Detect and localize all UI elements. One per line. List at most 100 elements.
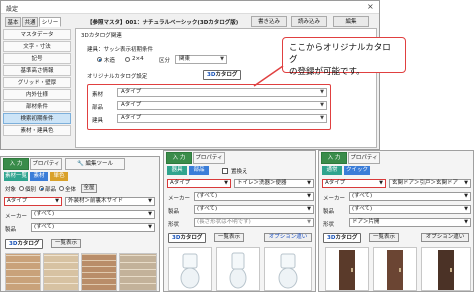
material-type-value: Aタイプ	[7, 198, 28, 204]
sidebar-item-search-initial[interactable]: 検索初期条件	[3, 113, 71, 124]
row-fitting-label: 建具	[92, 118, 104, 124]
fitting-category-value: 玄関ドア＞引戸＞玄関ドア	[392, 180, 459, 186]
material-thumbnail[interactable]	[5, 253, 41, 291]
parts-thumbnail[interactable]	[216, 247, 260, 291]
edit-button[interactable]: 編集	[333, 16, 369, 27]
row-parts-select[interactable]: Aタイプ ▼	[117, 101, 327, 110]
parts-thumbnail[interactable]	[168, 247, 212, 291]
list-view-button[interactable]: 一覧表示	[214, 233, 244, 242]
tab-series[interactable]: シリーズ	[39, 17, 61, 36]
material-thumbnail[interactable]	[81, 253, 117, 291]
product-label: 製品	[5, 227, 17, 233]
sidebar-item-material-color[interactable]: 素材・建具色	[3, 125, 71, 136]
toilet-icon	[278, 253, 298, 289]
wrench-icon: 🔧	[76, 161, 84, 167]
maker-select[interactable]: (すべて) ▼	[31, 210, 155, 219]
radio-parts[interactable]	[39, 186, 44, 191]
chevron-down-icon: ▼	[464, 219, 468, 225]
material-location-value: 外装材＞前裏木サイド	[68, 198, 124, 204]
tab-input[interactable]: 入 力	[3, 158, 29, 170]
subtab-quick[interactable]: クイック	[344, 166, 370, 175]
option-variant-button[interactable]: オプション違い	[264, 233, 312, 242]
radio-2x4[interactable]	[125, 57, 130, 62]
sidebar-item-text-dimension[interactable]: 文字・寸法	[3, 41, 71, 52]
product-select[interactable]: (すべて) ▼	[194, 205, 314, 214]
door-icon	[339, 250, 355, 290]
write-button[interactable]: 書き込み	[251, 16, 287, 27]
sidebar-item-base-height[interactable]: 基準高さ情報	[3, 65, 71, 76]
chevron-down-icon: ▼	[320, 102, 324, 108]
parts-thumbnail[interactable]	[264, 247, 312, 291]
subtab-solid-color[interactable]: 単色	[50, 172, 68, 181]
material-type-select[interactable]: Aタイプ ▼	[4, 197, 62, 206]
window-title: 設定	[6, 6, 19, 13]
tab-property[interactable]: プロパティ	[193, 152, 225, 164]
chevron-down-icon: ▼	[464, 206, 468, 212]
tab-property[interactable]: プロパティ	[30, 158, 62, 170]
radio-wood-label: 木造	[104, 58, 116, 64]
sidebar-item-symbol[interactable]: 記号	[3, 53, 71, 64]
subtab-normal[interactable]: 通常	[322, 166, 342, 175]
catalog-button[interactable]: 3Dカタログ	[168, 233, 207, 243]
radio-wood[interactable]	[97, 57, 102, 62]
radio-individual[interactable]	[19, 186, 24, 191]
maker-value: (すべて)	[352, 193, 373, 199]
maker-select[interactable]: (すべて) ▼	[349, 192, 471, 201]
catalog-button[interactable]: 3Dカタログ	[203, 70, 242, 80]
tab-edit-tools[interactable]: 🔧 編集ツール	[65, 158, 125, 170]
catalog-button[interactable]: 3Dカタログ	[5, 239, 44, 249]
catalog-button-label: カタログ	[17, 241, 40, 247]
maker-select[interactable]: (すべて) ▼	[194, 192, 314, 201]
shape-select[interactable]: (長さ形状は不明です) ▼	[194, 218, 314, 227]
sidebar-item-master-data[interactable]: マスタデータ	[3, 29, 71, 40]
parts-type-select[interactable]: Aタイプ ▼	[167, 179, 231, 188]
product-select[interactable]: (すべて) ▼	[349, 205, 471, 214]
tab-property[interactable]: プロパティ	[348, 152, 380, 164]
tab-input[interactable]: 入 力	[321, 152, 347, 164]
shape-select[interactable]: ドア＞片開 ▼	[349, 218, 471, 227]
option-variant-button[interactable]: オプション違い	[421, 233, 469, 242]
subtab-material-list[interactable]: 素材一覧	[4, 172, 28, 181]
material-thumbnail[interactable]	[43, 253, 79, 291]
chevron-down-icon: ▼	[224, 180, 228, 186]
sidebar-item-member-condition[interactable]: 部材条件	[3, 101, 71, 112]
fitting-thumbnail[interactable]	[373, 247, 417, 291]
tab-common[interactable]: 共通	[22, 17, 38, 27]
product-select[interactable]: (すべて) ▼	[31, 223, 155, 232]
row-material-select[interactable]: Aタイプ ▼	[117, 88, 327, 97]
parts-category-select[interactable]: トイレ＞洗器＞便器 ▼	[234, 179, 314, 188]
subtab-parts[interactable]: 部品	[189, 166, 209, 175]
catalog-section-label: 3Dカタログ関連	[81, 33, 122, 39]
division-select[interactable]: 関東 ▼	[175, 55, 227, 64]
radio-whole[interactable]	[59, 186, 64, 191]
read-button[interactable]: 読み込み	[291, 16, 327, 27]
original-catalog-label: オリジナルカタログ設定	[87, 74, 148, 80]
sidebar-item-interior-exterior[interactable]: 内外仕様	[3, 89, 71, 100]
fitting-type-select[interactable]: Aタイプ ▼	[322, 179, 386, 188]
subtab-material[interactable]: 素材	[30, 172, 48, 181]
material-thumbnail[interactable]	[119, 253, 157, 291]
catalog-button[interactable]: 3Dカタログ	[323, 233, 362, 243]
chevron-down-icon: ▼	[307, 180, 311, 186]
close-icon[interactable]: ×	[367, 2, 374, 11]
row-fitting-select[interactable]: Aタイプ ▼	[117, 114, 327, 123]
catalog-button-label: カタログ	[335, 235, 358, 241]
title-bar: 設定 ×	[1, 1, 379, 14]
list-view-button[interactable]: 一覧表示	[369, 233, 399, 242]
whole-house-button[interactable]: 全屋	[81, 184, 97, 193]
tab-basic[interactable]: 基本	[5, 17, 21, 27]
radio-whole-label: 全体	[65, 187, 77, 193]
tab-input[interactable]: 入 力	[166, 152, 192, 164]
maker-label: メーカー	[323, 196, 346, 202]
fitting-thumbnail[interactable]	[421, 247, 471, 291]
sash-condition-label: 建具：サッシ表示初期条件	[87, 47, 154, 53]
sidebar-item-grid-wall[interactable]: グリッド・壁厚	[3, 77, 71, 88]
replace-checkbox[interactable]	[222, 168, 228, 174]
subtab-fixture[interactable]: 器具	[167, 166, 187, 175]
fitting-category-select[interactable]: 玄関ドア＞引戸＞玄関ドア ▼	[389, 179, 471, 188]
fitting-thumbnail[interactable]	[325, 247, 369, 291]
product-label: 製品	[323, 209, 335, 215]
list-view-button[interactable]: 一覧表示	[51, 239, 81, 248]
callout-note: ここからオリジナルカタログ の登録が可能です。	[282, 37, 406, 77]
material-location-select[interactable]: 外装材＞前裏木サイド ▼	[65, 197, 155, 206]
